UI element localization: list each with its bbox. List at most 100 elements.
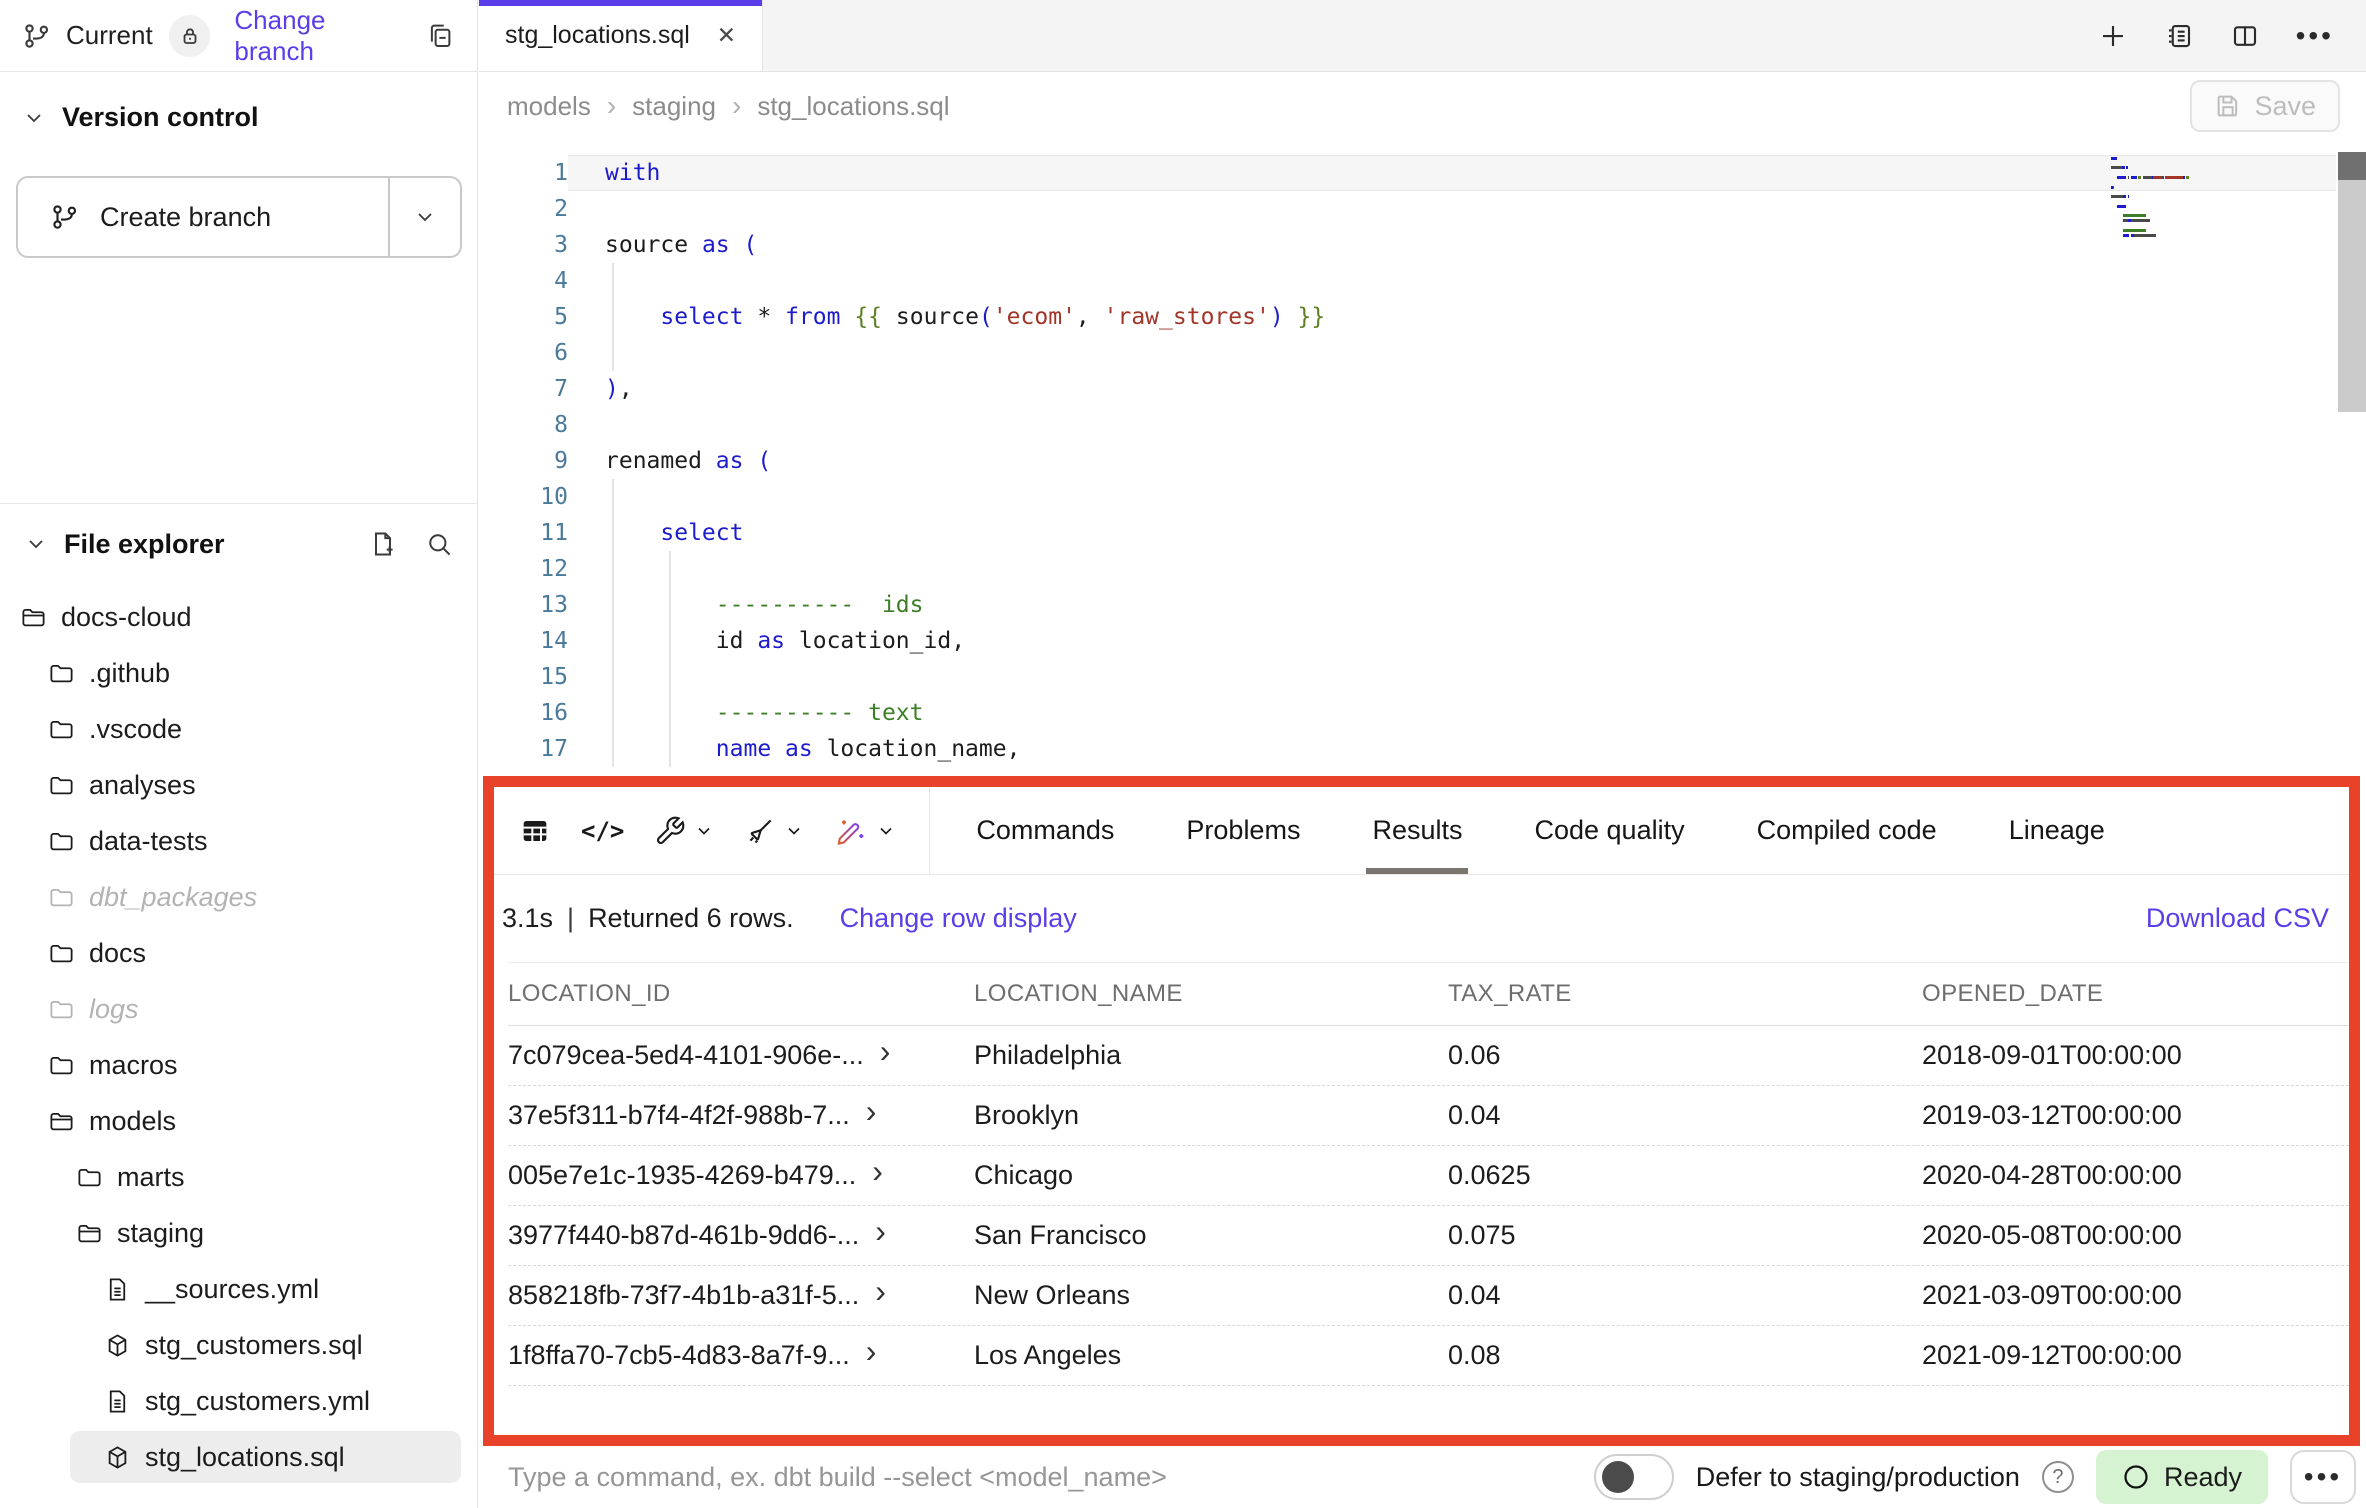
change-row-display-link[interactable]: Change row display [840, 903, 1077, 934]
minimap[interactable] [2111, 156, 2326, 238]
code-line-5[interactable]: 5 select * from {{ source('ecom', 'raw_s… [479, 299, 2336, 335]
code-line-16[interactable]: 16 ---------- text [479, 695, 2336, 731]
tree-item-stg-customers-sql[interactable]: stg_customers.sql [0, 1317, 477, 1373]
code-line-10[interactable]: 10 [479, 479, 2336, 515]
code-line-1[interactable]: 1with [479, 155, 2336, 191]
download-csv-link[interactable]: Download CSV [2146, 903, 2329, 934]
code-line-4[interactable]: 4 [479, 263, 2336, 299]
tree-item--sources-yml[interactable]: __sources.yml [0, 1261, 477, 1317]
results-table-header: LOCATION_IDLOCATION_NAMETAX_RATEOPENED_D… [508, 962, 2349, 1026]
expand-cell-icon[interactable]: › [866, 1335, 877, 1367]
cell-location_name: Chicago [974, 1160, 1448, 1191]
tree-item-models[interactable]: models [0, 1093, 477, 1149]
code-line-3[interactable]: 3source as ( [479, 227, 2336, 263]
cell-tax_rate: 0.04 [1448, 1100, 1922, 1131]
code-line-17[interactable]: 17 name as location_name, [479, 731, 2336, 767]
more-options-icon[interactable]: ••• [2296, 22, 2334, 50]
code-view-icon[interactable]: </> [568, 817, 637, 845]
table-row[interactable]: 1f8ffa70-7cb5-4d83-8a7f-9...›Los Angeles… [508, 1326, 2349, 1386]
table-row[interactable]: 7c079cea-5ed4-4101-906e-...›Philadelphia… [508, 1026, 2349, 1086]
build-tools-icon[interactable] [641, 815, 727, 847]
code-line-6[interactable]: 6 [479, 335, 2336, 371]
line-number: 10 [479, 479, 568, 515]
scrollbar-region [2338, 180, 2366, 412]
ai-assist-icon[interactable] [821, 814, 909, 848]
expand-cell-icon[interactable]: › [866, 1095, 877, 1127]
chevron-down-icon [876, 821, 896, 841]
line-number: 1 [479, 155, 568, 191]
panel-tab-problems[interactable]: Problems [1150, 787, 1336, 874]
tree-item--github[interactable]: .github [0, 645, 477, 701]
code-line-7[interactable]: 7), [479, 371, 2336, 407]
copy-branch-icon[interactable] [425, 21, 455, 51]
code-line-9[interactable]: 9renamed as ( [479, 443, 2336, 479]
tree-item-docs[interactable]: docs [0, 925, 477, 981]
close-tab-icon[interactable]: ✕ [717, 22, 736, 49]
tree-item-dbt-packages[interactable]: dbt_packages [0, 869, 477, 925]
cell-location_name: New Orleans [974, 1280, 1448, 1311]
ready-status-button[interactable]: Ready [2096, 1450, 2268, 1504]
chevron-down-icon[interactable] [24, 532, 48, 556]
expand-cell-icon[interactable]: › [872, 1155, 883, 1187]
create-branch-button[interactable]: Create branch [18, 178, 388, 256]
changelog-icon[interactable] [2164, 21, 2194, 51]
panel-tab-commands[interactable]: Commands [940, 787, 1150, 874]
folder-icon [48, 772, 75, 799]
change-branch-link[interactable]: Change branch [234, 5, 411, 67]
tree-item-analyses[interactable]: analyses [0, 757, 477, 813]
search-icon[interactable] [425, 530, 453, 558]
location-id-text: 858218fb-73f7-4b1b-a31f-5... [508, 1280, 859, 1311]
chevron-down-icon[interactable] [22, 106, 46, 130]
tree-item-label: data-tests [89, 826, 208, 857]
tree-item-macros[interactable]: macros [0, 1037, 477, 1093]
panel-tab-results[interactable]: Results [1336, 787, 1498, 874]
tree-item-logs[interactable]: logs [0, 981, 477, 1037]
more-actions-button[interactable]: ••• [2290, 1450, 2356, 1504]
tree-item--vscode[interactable]: .vscode [0, 701, 477, 757]
column-header-location_name: LOCATION_NAME [974, 980, 1448, 1008]
cell-opened_date: 2018-09-01T00:00:00 [1922, 1040, 2349, 1071]
line-number: 2 [479, 191, 568, 227]
panel-tab-code-quality[interactable]: Code quality [1498, 787, 1720, 874]
tree-item-label: analyses [89, 770, 196, 801]
expand-cell-icon[interactable]: › [875, 1215, 886, 1247]
code-line-15[interactable]: 15 [479, 659, 2336, 695]
panel-tab-compiled-code[interactable]: Compiled code [1721, 787, 1973, 874]
save-button[interactable]: Save [2190, 80, 2340, 132]
code-line-13[interactable]: 13 ---------- ids [479, 587, 2336, 623]
tree-item-data-tests[interactable]: data-tests [0, 813, 477, 869]
table-row[interactable]: 858218fb-73f7-4b1b-a31f-5... › New Orleans… [508, 1266, 2349, 1326]
folder-icon [48, 884, 75, 911]
create-branch-dropdown[interactable] [390, 178, 460, 256]
code-line-2[interactable]: 2 [479, 191, 2336, 227]
table-view-icon[interactable] [506, 815, 564, 847]
scrollbar-thumb[interactable] [2338, 152, 2366, 180]
code-line-14[interactable]: 14 id as location_id, [479, 623, 2336, 659]
new-tab-icon[interactable] [2098, 21, 2128, 51]
panel-tab-lineage[interactable]: Lineage [1973, 787, 2141, 874]
tab-title: stg_locations.sql [505, 21, 690, 50]
help-icon[interactable]: ? [2042, 1461, 2074, 1493]
results-tabs: CommandsProblemsResultsCode qualityCompi… [940, 787, 2140, 874]
tree-item-docs-cloud[interactable]: docs-cloud [0, 589, 477, 645]
command-bar: Defer to staging/production ? Ready ••• [479, 1446, 2366, 1508]
expand-cell-icon[interactable]: › [875, 1275, 886, 1307]
table-row[interactable]: 3977f440-b87d-461b-9dd6-...›San Francisc… [508, 1206, 2349, 1266]
expand-cell-icon[interactable]: › [880, 1035, 891, 1067]
tab-stg-locations-sql[interactable]: stg_locations.sql ✕ [479, 0, 763, 71]
table-row[interactable]: 37e5f311-b7f4-4f2f-988b-7...›Brooklyn0.0… [508, 1086, 2349, 1146]
command-input[interactable] [508, 1462, 1572, 1493]
tree-item-stg-customers-yml[interactable]: stg_customers.yml [0, 1373, 477, 1429]
code-line-12[interactable]: 12 [479, 551, 2336, 587]
code-line-8[interactable]: 8 [479, 407, 2336, 443]
tree-item-stg-locations-sql[interactable]: stg_locations.sql [0, 1429, 477, 1485]
split-pane-icon[interactable] [2230, 21, 2260, 51]
cell-location_id: 7c079cea-5ed4-4101-906e-...› [508, 1040, 974, 1072]
code-line-11[interactable]: 11 select [479, 515, 2336, 551]
defer-toggle[interactable] [1594, 1454, 1674, 1500]
tree-item-marts[interactable]: marts [0, 1149, 477, 1205]
cleanup-icon[interactable] [731, 815, 817, 847]
table-row[interactable]: 005e7e1c-1935-4269-b479...›Chicago0.0625… [508, 1146, 2349, 1206]
new-file-icon[interactable] [369, 530, 397, 558]
tree-item-staging[interactable]: staging [0, 1205, 477, 1261]
